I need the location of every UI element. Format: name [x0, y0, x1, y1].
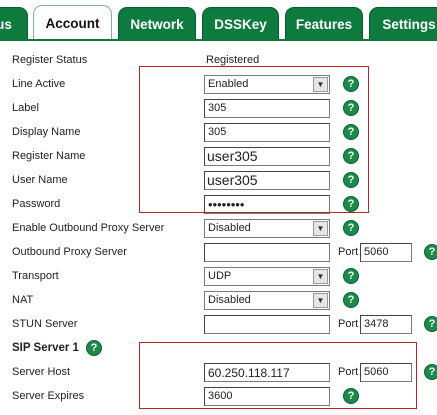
- tab-underline: [0, 39, 437, 41]
- stun-server-label: STUN Server: [12, 318, 78, 330]
- server-expires-input[interactable]: 3600: [204, 387, 330, 406]
- help-icon[interactable]: ?: [343, 268, 359, 284]
- help-icon[interactable]: ?: [343, 148, 359, 164]
- help-icon[interactable]: ?: [343, 196, 359, 212]
- tab-features[interactable]: Features: [285, 7, 363, 40]
- dropdown-arrow-icon[interactable]: ▼: [313, 293, 328, 308]
- stun-server-input[interactable]: [204, 315, 330, 334]
- tab-label: Settings: [382, 16, 436, 32]
- server-host-row: Server Host 60.250.118.117 Port 5060 ?: [0, 361, 437, 385]
- enable-outbound-proxy-row: Enable Outbound Proxy Server Disabled ▼ …: [0, 217, 437, 241]
- help-icon[interactable]: ?: [343, 292, 359, 308]
- tab-label: Account: [45, 15, 100, 31]
- tab-label: DSSKey: [214, 16, 267, 32]
- line-active-row: Line Active Enabled ▼ ?: [0, 73, 437, 97]
- display-name-row: Display Name 305 ?: [0, 121, 437, 145]
- port-label: Port: [338, 246, 359, 258]
- transport-value: UDP: [208, 270, 232, 282]
- password-input[interactable]: ••••••••: [204, 195, 330, 214]
- enable-outbound-proxy-value: Disabled: [208, 222, 251, 234]
- user-name-label: User Name: [12, 174, 68, 186]
- tab-network[interactable]: Network: [118, 7, 196, 40]
- stun-port-input[interactable]: 3478: [360, 315, 412, 334]
- nat-select[interactable]: Disabled ▼: [204, 291, 330, 310]
- password-row: Password •••••••• ?: [0, 193, 437, 217]
- port-label: Port: [338, 318, 359, 330]
- nat-row: NAT Disabled ▼ ?: [0, 289, 437, 313]
- tab-status[interactable]: us: [0, 7, 28, 40]
- register-name-row: Register Name user305 ?: [0, 145, 437, 169]
- tab-dsskey[interactable]: DSSKey: [202, 7, 279, 40]
- help-icon[interactable]: ?: [424, 244, 437, 260]
- help-icon[interactable]: ?: [343, 172, 359, 188]
- tab-account[interactable]: Account: [33, 5, 112, 40]
- help-icon[interactable]: ?: [343, 220, 359, 236]
- tab-label: Features: [295, 16, 353, 32]
- help-icon[interactable]: ?: [86, 340, 102, 356]
- tab-label: Network: [130, 16, 184, 32]
- label-input[interactable]: 305: [204, 99, 330, 118]
- transport-row: Transport UDP ▼ ?: [0, 265, 437, 289]
- tab-bar: us Account Network DSSKey Features Setti…: [0, 0, 437, 41]
- user-name-input[interactable]: user305: [204, 171, 330, 190]
- enable-outbound-proxy-select[interactable]: Disabled ▼: [204, 219, 330, 238]
- dropdown-arrow-icon[interactable]: ▼: [313, 269, 328, 284]
- stun-server-row: STUN Server Port 3478 ?: [0, 313, 437, 337]
- help-icon[interactable]: ?: [343, 124, 359, 140]
- register-status-value: Registered: [206, 54, 260, 66]
- display-name-label: Display Name: [12, 126, 81, 138]
- outbound-proxy-label: Outbound Proxy Server: [12, 246, 127, 258]
- line-active-label: Line Active: [12, 78, 66, 90]
- help-icon[interactable]: ?: [343, 76, 359, 92]
- enable-outbound-proxy-label: Enable Outbound Proxy Server: [12, 222, 165, 234]
- password-label: Password: [12, 198, 61, 210]
- port-label: Port: [338, 366, 359, 378]
- help-icon[interactable]: ?: [424, 316, 437, 332]
- nat-label: NAT: [12, 294, 34, 306]
- register-status-label: Register Status: [12, 54, 88, 66]
- help-icon[interactable]: ?: [343, 388, 359, 404]
- sip-server-1-heading: SIP Server 1: [12, 342, 79, 354]
- sip-server-1-row: SIP Server 1 ?: [0, 337, 437, 361]
- server-host-input[interactable]: 60.250.118.117: [204, 363, 330, 382]
- label-label: Label: [12, 102, 39, 114]
- dropdown-arrow-icon[interactable]: ▼: [313, 77, 328, 92]
- help-icon[interactable]: ?: [343, 100, 359, 116]
- transport-select[interactable]: UDP ▼: [204, 267, 330, 286]
- help-icon[interactable]: ?: [424, 364, 437, 380]
- server-host-port-input[interactable]: 5060: [360, 363, 412, 382]
- transport-label: Transport: [12, 270, 59, 282]
- user-name-row: User Name user305 ?: [0, 169, 437, 193]
- server-expires-label: Server Expires: [12, 390, 85, 402]
- tab-label: us: [0, 16, 12, 32]
- dropdown-arrow-icon[interactable]: ▼: [313, 221, 328, 236]
- server-host-label: Server Host: [12, 366, 71, 378]
- line-active-value: Enabled: [208, 78, 249, 90]
- tab-settings[interactable]: Settings: [369, 7, 437, 40]
- register-name-input[interactable]: user305: [204, 147, 330, 166]
- display-name-input[interactable]: 305: [204, 123, 330, 142]
- outbound-proxy-row: Outbound Proxy Server Port 5060 ?: [0, 241, 437, 265]
- outbound-proxy-input[interactable]: [204, 243, 330, 262]
- register-status-row: Register Status Registered: [0, 49, 437, 73]
- nat-value: Disabled: [208, 294, 251, 306]
- outbound-proxy-port-input[interactable]: 5060: [360, 243, 412, 262]
- line-active-select[interactable]: Enabled ▼: [204, 75, 330, 94]
- register-name-label: Register Name: [12, 150, 86, 162]
- server-expires-row: Server Expires 3600 ?: [0, 385, 437, 409]
- label-row: Label 305 ?: [0, 97, 437, 121]
